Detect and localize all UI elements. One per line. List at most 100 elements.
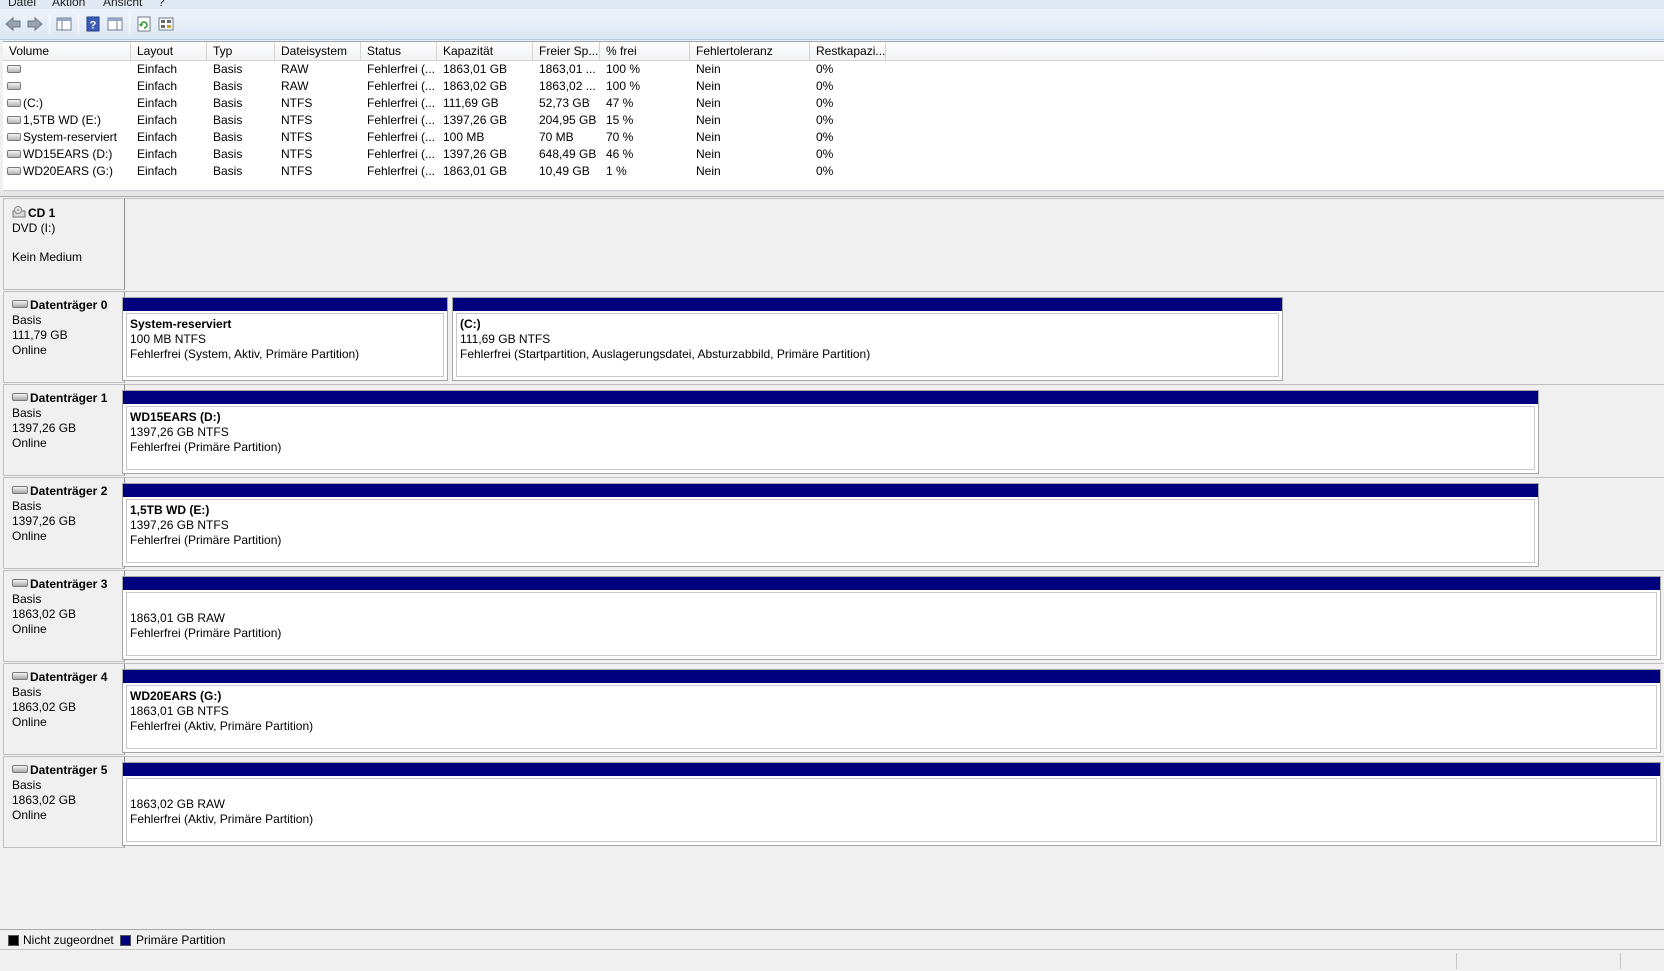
forward-icon[interactable] bbox=[26, 15, 44, 33]
menu-datei[interactable]: Datei bbox=[8, 0, 36, 9]
volume-cell: System-reserviert bbox=[7, 129, 117, 146]
disk-info-line: Online bbox=[12, 715, 47, 729]
volume-row[interactable]: (C:) Einfach Basis NTFS Fehlerfrei (... 111,6… bbox=[3, 95, 903, 112]
partition-block[interactable]: 1,5TB WD (E:) 1397,26 GB NTFS Fehlerfrei (… bbox=[122, 483, 1539, 567]
volume-row[interactable]: 1,5TB WD (E:) Einfach Basis NTFS Fehlerfrei … bbox=[3, 112, 903, 129]
partition-details: System-reserviert 100 MB NTFS Fehlerfrei (… bbox=[126, 313, 444, 377]
volume-cell-status: Fehlerfrei (... bbox=[367, 164, 436, 178]
partition-block[interactable]: (C:) 111,69 GB NTFS Fehlerfrei (Startparti… bbox=[452, 297, 1283, 381]
rescan-disks-icon[interactable] bbox=[157, 15, 175, 33]
partition-size: 100 MB NTFS bbox=[130, 332, 207, 346]
disk-row: CD 1 DVD (I:) Kein Medium bbox=[3, 198, 1664, 291]
menu-aktion[interactable]: Aktion bbox=[52, 0, 85, 9]
partition-size: 111,69 GB NTFS bbox=[460, 332, 551, 346]
disk-label[interactable]: Datenträger 3 Basis 1863,02 GB Online bbox=[3, 570, 125, 662]
volume-row[interactable]: WD15EARS (D:) Einfach Basis NTFS Fehlerfrei … bbox=[3, 146, 903, 163]
menu-ansicht[interactable]: Ansicht bbox=[103, 0, 142, 9]
volume-drive-icon bbox=[7, 98, 21, 107]
volume-name: (C:) bbox=[23, 96, 43, 110]
volume-row[interactable]: WD20EARS (G:) Einfach Basis NTFS Fehlerfrei … bbox=[3, 163, 903, 180]
volume-row[interactable]: Einfach Basis RAW Fehlerfrei (... 1863,01 GB… bbox=[3, 61, 903, 78]
menu-help[interactable]: ? bbox=[158, 0, 165, 9]
volume-cell-layout: Einfach bbox=[137, 147, 178, 161]
volume-row[interactable]: System-reserviert Einfach Basis NTFS Fehlerf… bbox=[3, 129, 903, 146]
cd-drive-icon bbox=[12, 206, 26, 218]
refresh-icon[interactable] bbox=[135, 15, 153, 33]
disk-info-line: Online bbox=[12, 436, 47, 450]
col-restkapazitaet[interactable]: Restkapazi... bbox=[810, 42, 886, 61]
partition-size: 1863,01 GB RAW bbox=[130, 611, 225, 625]
volume-cell-capacity: 1863,02 GB bbox=[443, 79, 508, 93]
volume-cell-status: Fehlerfrei (... bbox=[367, 96, 436, 110]
col-prozent-frei[interactable]: % frei bbox=[600, 42, 690, 61]
volume-cell-status: Fehlerfrei (... bbox=[367, 79, 436, 93]
disk-label[interactable]: Datenträger 5 Basis 1863,02 GB Online bbox=[3, 756, 125, 848]
col-layout[interactable]: Layout bbox=[131, 42, 207, 61]
partition-details: WD20EARS (G:) 1863,01 GB NTFS Fehlerfrei (… bbox=[126, 685, 1657, 749]
pane-splitter[interactable] bbox=[0, 191, 1664, 197]
disk-name: CD 1 bbox=[28, 206, 56, 220]
volume-drive-icon bbox=[7, 115, 21, 124]
disk-info-line: 1863,02 GB bbox=[12, 793, 77, 807]
col-status[interactable]: Status bbox=[361, 42, 437, 61]
partition-status: Fehlerfrei (Primäre Partition) bbox=[130, 626, 282, 640]
disk-partition-area bbox=[125, 198, 1664, 291]
volume-cell: WD15EARS (D:) bbox=[7, 146, 112, 163]
volume-cell-overhead: 0% bbox=[816, 96, 834, 110]
partition-block[interactable]: 1863,01 GB RAW Fehlerfrei (Primäre Partit… bbox=[122, 576, 1661, 660]
disk-info-line: 1397,26 GB bbox=[12, 514, 77, 528]
disk-label[interactable]: CD 1 DVD (I:) Kein Medium bbox=[3, 198, 125, 290]
col-dateisystem[interactable]: Dateisystem bbox=[275, 42, 361, 61]
partition-type-bar bbox=[123, 763, 1660, 776]
partition-status: Fehlerfrei (Primäre Partition) bbox=[130, 533, 282, 547]
partition-status: Fehlerfrei (Aktiv, Primäre Partition) bbox=[130, 812, 314, 826]
disk-info-line: 111,79 GB bbox=[12, 328, 68, 342]
col-fehlertoleranz[interactable]: Fehlertoleranz bbox=[690, 42, 810, 61]
disk-label[interactable]: Datenträger 4 Basis 1863,02 GB Online bbox=[3, 663, 125, 755]
col-freier-speicher[interactable]: Freier Sp... bbox=[533, 42, 600, 61]
partition-block[interactable]: 1863,02 GB RAW Fehlerfrei (Aktiv, Primäre… bbox=[122, 762, 1661, 846]
volume-cell-fault: Nein bbox=[696, 130, 721, 144]
partition-name bbox=[130, 782, 1656, 797]
partition-block[interactable]: WD20EARS (G:) 1863,01 GB NTFS Fehlerfrei (… bbox=[122, 669, 1661, 753]
disk-icon bbox=[12, 579, 28, 587]
help-icon[interactable]: ? bbox=[84, 15, 102, 33]
col-typ[interactable]: Typ bbox=[207, 42, 275, 61]
disk-label[interactable]: Datenträger 0 Basis 111,79 GB Online bbox=[3, 291, 125, 383]
back-icon[interactable] bbox=[4, 15, 22, 33]
col-kapazitaet[interactable]: Kapazität bbox=[437, 42, 533, 61]
disk-name: Datenträger 3 bbox=[30, 577, 108, 591]
disk-label[interactable]: Datenträger 1 Basis 1397,26 GB Online bbox=[3, 384, 125, 476]
partition-block[interactable]: WD15EARS (D:) 1397,26 GB NTFS Fehlerfrei (… bbox=[122, 390, 1539, 474]
partition-status: Fehlerfrei (System, Aktiv, Primäre Parti… bbox=[130, 347, 360, 361]
disk-info-line: Online bbox=[12, 622, 47, 636]
volume-cell-free: 648,49 GB bbox=[539, 147, 597, 161]
volume-cell-capacity: 1863,01 GB bbox=[443, 62, 508, 76]
partition-block[interactable]: System-reserviert 100 MB NTFS Fehlerfrei (… bbox=[122, 297, 448, 381]
volume-cell-pct: 100 % bbox=[606, 79, 641, 93]
partition-status: Fehlerfrei (Startpartition, Auslagerungs… bbox=[460, 347, 871, 361]
disk-info-line: Kein Medium bbox=[12, 250, 83, 264]
volume-row[interactable]: Einfach Basis RAW Fehlerfrei (... 1863,02 GB… bbox=[3, 78, 903, 95]
col-volume[interactable]: Volume bbox=[3, 42, 131, 61]
volume-cell-fs: NTFS bbox=[281, 147, 313, 161]
properties-icon[interactable] bbox=[106, 15, 124, 33]
disk-info-line: Online bbox=[12, 529, 47, 543]
partition-size: 1863,01 GB NTFS bbox=[130, 704, 229, 718]
disk-info-line: Basis bbox=[12, 499, 42, 513]
disk-info-line: 1863,02 GB bbox=[12, 700, 77, 714]
partition-type-bar bbox=[123, 298, 447, 311]
volume-cell-capacity: 1863,01 GB bbox=[443, 164, 508, 178]
partition-size: 1397,26 GB NTFS bbox=[130, 518, 229, 532]
console-tree-icon[interactable] bbox=[55, 15, 73, 33]
volume-cell-fs: NTFS bbox=[281, 96, 313, 110]
partition-name: System-reserviert bbox=[130, 317, 232, 331]
disk-label[interactable]: Datenträger 2 Basis 1397,26 GB Online bbox=[3, 477, 125, 569]
disk-icon bbox=[12, 486, 28, 494]
volume-cell: WD20EARS (G:) bbox=[7, 163, 113, 180]
volume-name: WD15EARS (D:) bbox=[23, 147, 113, 161]
partition-details: 1,5TB WD (E:) 1397,26 GB NTFS Fehlerfrei (… bbox=[126, 499, 1535, 563]
menu-bar: Datei Aktion Ansicht ? bbox=[0, 0, 1664, 9]
disk-icon bbox=[12, 393, 28, 401]
partition-type-bar bbox=[123, 670, 1660, 683]
